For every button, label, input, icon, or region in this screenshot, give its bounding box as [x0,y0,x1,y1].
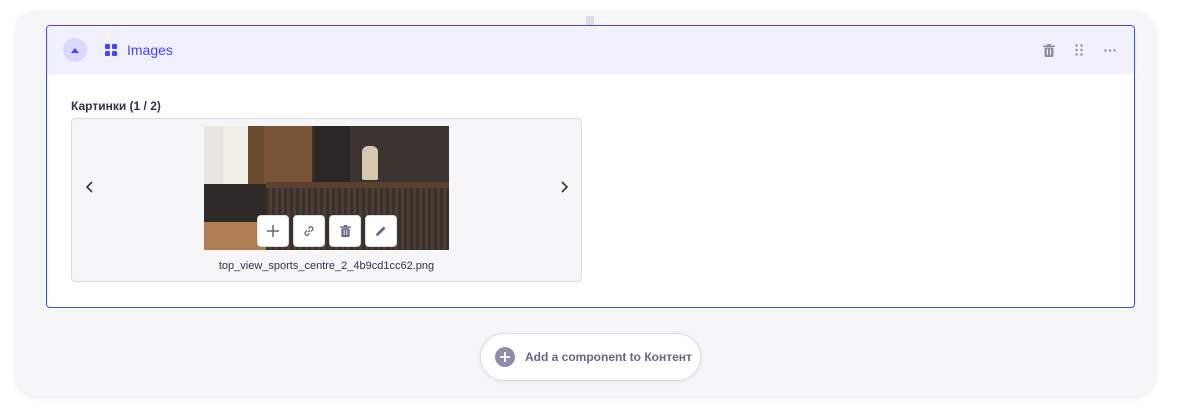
image-actions [257,215,397,247]
more-icon [1104,48,1116,52]
drag-handle-icon [1075,44,1083,56]
copy-link-button[interactable] [293,215,325,247]
plus-circle-icon [495,347,515,367]
next-image-button[interactable] [557,179,573,195]
image-filename: top_view_sports_centre_2_4b9cd1cc62.png [218,260,435,272]
edit-image-button[interactable] [365,215,397,247]
component-header[interactable]: Images [47,26,1134,74]
more-actions-button[interactable] [1102,42,1118,58]
chevron-left-icon [85,181,93,193]
add-component-button[interactable]: Add a component to Контент [480,333,701,381]
collapse-button[interactable] [63,38,87,62]
trash-icon [339,225,351,237]
component-title: Images [127,42,173,58]
chevron-right-icon [561,181,569,193]
drag-component-button[interactable] [1071,42,1087,58]
previous-image-button[interactable] [81,179,97,195]
field-label: Картинки (1 / 2) [71,99,161,113]
trash-icon [1043,43,1055,57]
delete-image-button[interactable] [329,215,361,247]
add-icon [267,225,279,237]
grid-icon [105,44,117,56]
link-icon [304,226,314,236]
image-preview[interactable] [204,126,449,250]
add-component-label: Add a component to Контент [525,350,692,364]
component-panel: Images Картинки (1 / 2) top_view_sports_… [46,25,1135,308]
add-image-button[interactable] [257,215,289,247]
edit-icon [376,226,386,236]
delete-component-button[interactable] [1041,42,1057,58]
chevron-up-icon [71,47,79,53]
media-carousel: top_view_sports_centre_2_4b9cd1cc62.png [71,118,582,282]
